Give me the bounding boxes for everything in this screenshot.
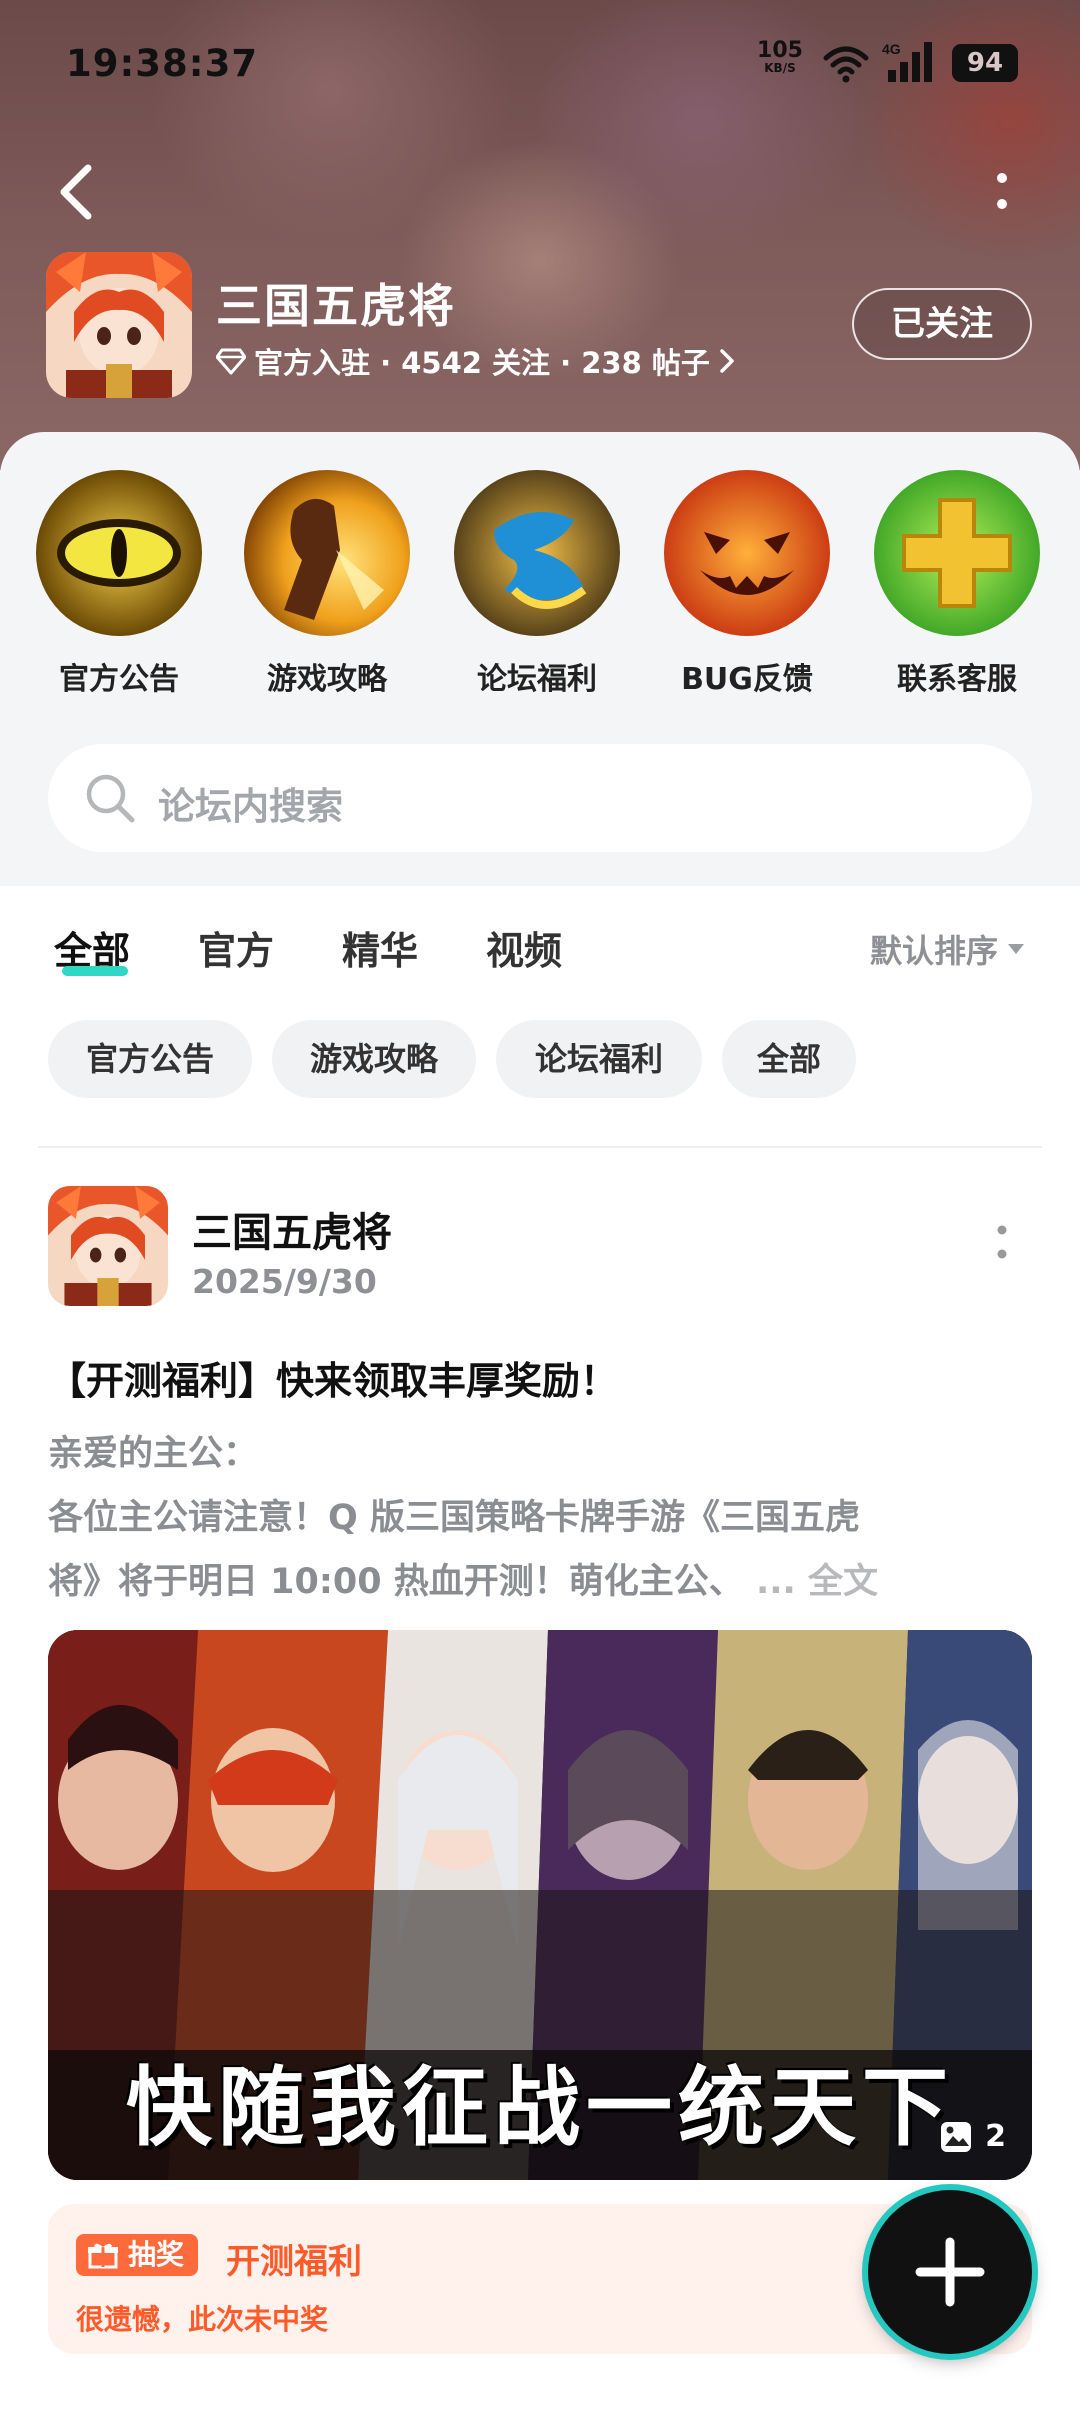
search-icon bbox=[86, 774, 135, 823]
forum-header: 19:38:37 105 KB/S 4G 94 三国五虎将 官方入驻 · 454… bbox=[0, 0, 1080, 470]
pumpkin-icon bbox=[664, 470, 830, 636]
tab-official[interactable]: 官方 bbox=[198, 920, 274, 975]
forum-search-bar[interactable]: 论坛内搜索 bbox=[48, 744, 1032, 852]
filter-game-guide[interactable]: 游戏攻略 bbox=[272, 1020, 476, 1098]
shortcut-label: 官方公告 bbox=[59, 662, 179, 697]
status-time: 19:38:37 bbox=[66, 42, 259, 85]
filter-forum-welfare[interactable]: 论坛福利 bbox=[496, 1020, 702, 1098]
create-post-button[interactable] bbox=[868, 2190, 1032, 2354]
search-placeholder: 论坛内搜索 bbox=[158, 785, 343, 828]
shortcut-customer-service[interactable]: 联系客服 bbox=[862, 470, 1052, 700]
shortcut-label: 论坛福利 bbox=[477, 662, 597, 697]
divider bbox=[38, 1146, 1042, 1148]
back-icon[interactable] bbox=[50, 160, 106, 224]
forum-title: 三国五虎将 bbox=[216, 279, 456, 333]
post-feed: 全部 官方 精华 视频 默认排序 官方公告 游戏攻略 论坛福利 全部 三国五虎将… bbox=[0, 886, 1080, 2412]
forum-stats-text: 官方入驻 · 4542 关注 · 238 帖子 bbox=[254, 346, 710, 380]
post-excerpt-line: 将》将于明日 10:00 热血开测！萌化主公、 ... 全文 bbox=[48, 1562, 879, 1602]
read-full-link[interactable]: 全文 bbox=[808, 1562, 878, 1602]
post-image[interactable]: 快随我征战一统天下 2 bbox=[48, 1630, 1032, 2180]
filter-all[interactable]: 全部 bbox=[722, 1020, 856, 1098]
lottery-badge-label: 抽奖 bbox=[128, 2238, 185, 2271]
image-icon bbox=[941, 2121, 972, 2152]
plus-icon bbox=[874, 470, 1040, 636]
more-options-icon[interactable] bbox=[984, 168, 1020, 216]
chevron-right-icon bbox=[720, 349, 734, 373]
sort-dropdown[interactable]: 默认排序 bbox=[870, 926, 1025, 972]
post-excerpt[interactable]: 亲爱的主公： 各位主公请注意！Q 版三国策略卡牌手游《三国五虎 将》将于明日 1… bbox=[48, 1422, 1038, 1614]
wifi-icon bbox=[823, 46, 869, 83]
gift-box-icon bbox=[88, 2243, 118, 2269]
caret-down-icon bbox=[1008, 944, 1025, 954]
lottery-title: 开测福利 bbox=[226, 2242, 362, 2282]
forum-logo bbox=[46, 252, 192, 398]
post-date: 2025/9/30 bbox=[192, 1262, 377, 1301]
status-bar: 19:38:37 105 KB/S 4G 94 bbox=[0, 36, 1080, 92]
shortcut-label: BUG反馈 bbox=[681, 662, 813, 697]
filter-official-notice[interactable]: 官方公告 bbox=[48, 1020, 252, 1098]
gift-icon bbox=[454, 470, 620, 636]
diamond-icon bbox=[216, 348, 246, 375]
tab-featured[interactable]: 精华 bbox=[342, 920, 418, 975]
active-tab-indicator bbox=[62, 966, 128, 976]
shortcut-label: 游戏攻略 bbox=[267, 662, 387, 697]
forum-stats[interactable]: 官方入驻 · 4542 关注 · 238 帖子 bbox=[216, 340, 736, 382]
eye-icon bbox=[36, 470, 202, 636]
lottery-badge: 抽奖 bbox=[76, 2234, 199, 2276]
sort-label: 默认排序 bbox=[870, 932, 999, 970]
feed-tabs: 全部 官方 精华 视频 默认排序 bbox=[0, 886, 1080, 1006]
add-icon bbox=[915, 2237, 985, 2307]
image-count-number: 2 bbox=[985, 2119, 1006, 2154]
battery-indicator: 94 bbox=[952, 44, 1018, 82]
shortcut-bug-report[interactable]: BUG反馈 bbox=[652, 470, 842, 700]
follow-button[interactable]: 已关注 bbox=[852, 288, 1032, 360]
shortcut-bar: 官方公告 游戏攻略 论坛福利 BUG反馈 联系客服 bbox=[0, 470, 1080, 700]
category-filters: 官方公告 游戏攻略 论坛福利 全部 bbox=[0, 1020, 1080, 1100]
banner-text: 快随我征战一统天下 bbox=[126, 2057, 954, 2158]
lottery-result: 很遗憾，此次未中奖 bbox=[76, 2303, 329, 2336]
network-type-label: 4G bbox=[882, 41, 901, 57]
post-author[interactable]: 三国五虎将 bbox=[192, 1200, 392, 1258]
signal-icon: 4G bbox=[882, 41, 932, 82]
network-speed: 105 KB/S bbox=[757, 38, 803, 75]
fist-icon bbox=[244, 470, 410, 636]
post-excerpt-line: 亲爱的主公： bbox=[48, 1434, 259, 1474]
shortcut-forum-welfare[interactable]: 论坛福利 bbox=[442, 470, 632, 700]
shortcut-game-guide[interactable]: 游戏攻略 bbox=[232, 470, 422, 700]
shortcut-label: 联系客服 bbox=[897, 662, 1017, 697]
post-title[interactable]: 【开测福利】快来领取丰厚奖励！ bbox=[48, 1350, 618, 1405]
post-more-icon[interactable] bbox=[990, 1220, 1014, 1268]
tab-video[interactable]: 视频 bbox=[486, 920, 562, 975]
author-avatar[interactable] bbox=[48, 1186, 168, 1306]
image-count: 2 bbox=[939, 2119, 1006, 2154]
post-excerpt-line: 各位主公请注意！Q 版三国策略卡牌手游《三国五虎 bbox=[48, 1498, 860, 1538]
shortcut-official-notice[interactable]: 官方公告 bbox=[24, 470, 214, 700]
ellipsis: ... bbox=[755, 1562, 796, 1602]
